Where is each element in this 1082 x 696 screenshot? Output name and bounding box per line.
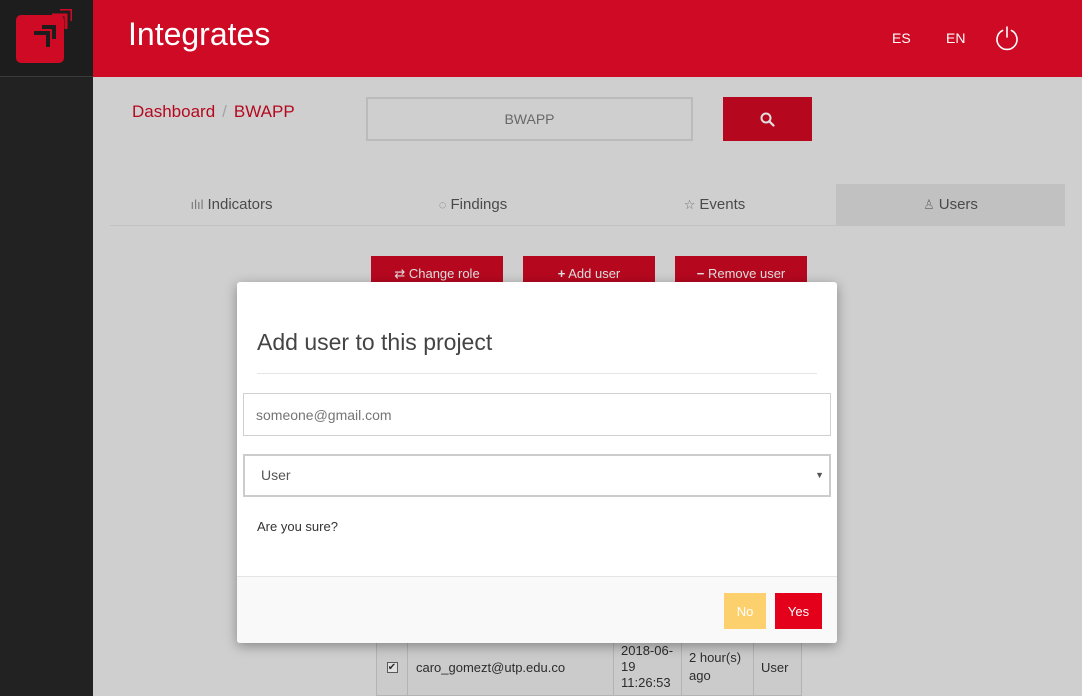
role-select-value: User bbox=[261, 467, 291, 483]
chevron-down-icon: ▼ bbox=[815, 470, 824, 480]
logo-container bbox=[0, 0, 93, 77]
role-select[interactable]: User ▼ bbox=[243, 454, 831, 497]
fluid-attacks-logo-icon[interactable] bbox=[16, 9, 72, 65]
language-en-button[interactable]: EN bbox=[946, 30, 965, 46]
add-user-modal: Add user to this project User ▼ Are you … bbox=[237, 282, 837, 643]
language-es-button[interactable]: ES bbox=[892, 30, 911, 46]
modal-footer: No Yes bbox=[237, 576, 837, 643]
sidebar bbox=[0, 0, 93, 696]
modal-divider bbox=[257, 373, 817, 374]
top-header: Integrates ES EN bbox=[93, 0, 1082, 77]
app-title: Integrates bbox=[128, 16, 271, 52]
power-icon[interactable] bbox=[994, 25, 1020, 51]
modal-title: Add user to this project bbox=[257, 329, 493, 355]
no-button[interactable]: No bbox=[724, 593, 766, 629]
email-field[interactable] bbox=[243, 393, 831, 436]
confirm-text: Are you sure? bbox=[257, 519, 338, 534]
yes-button[interactable]: Yes bbox=[775, 593, 822, 629]
